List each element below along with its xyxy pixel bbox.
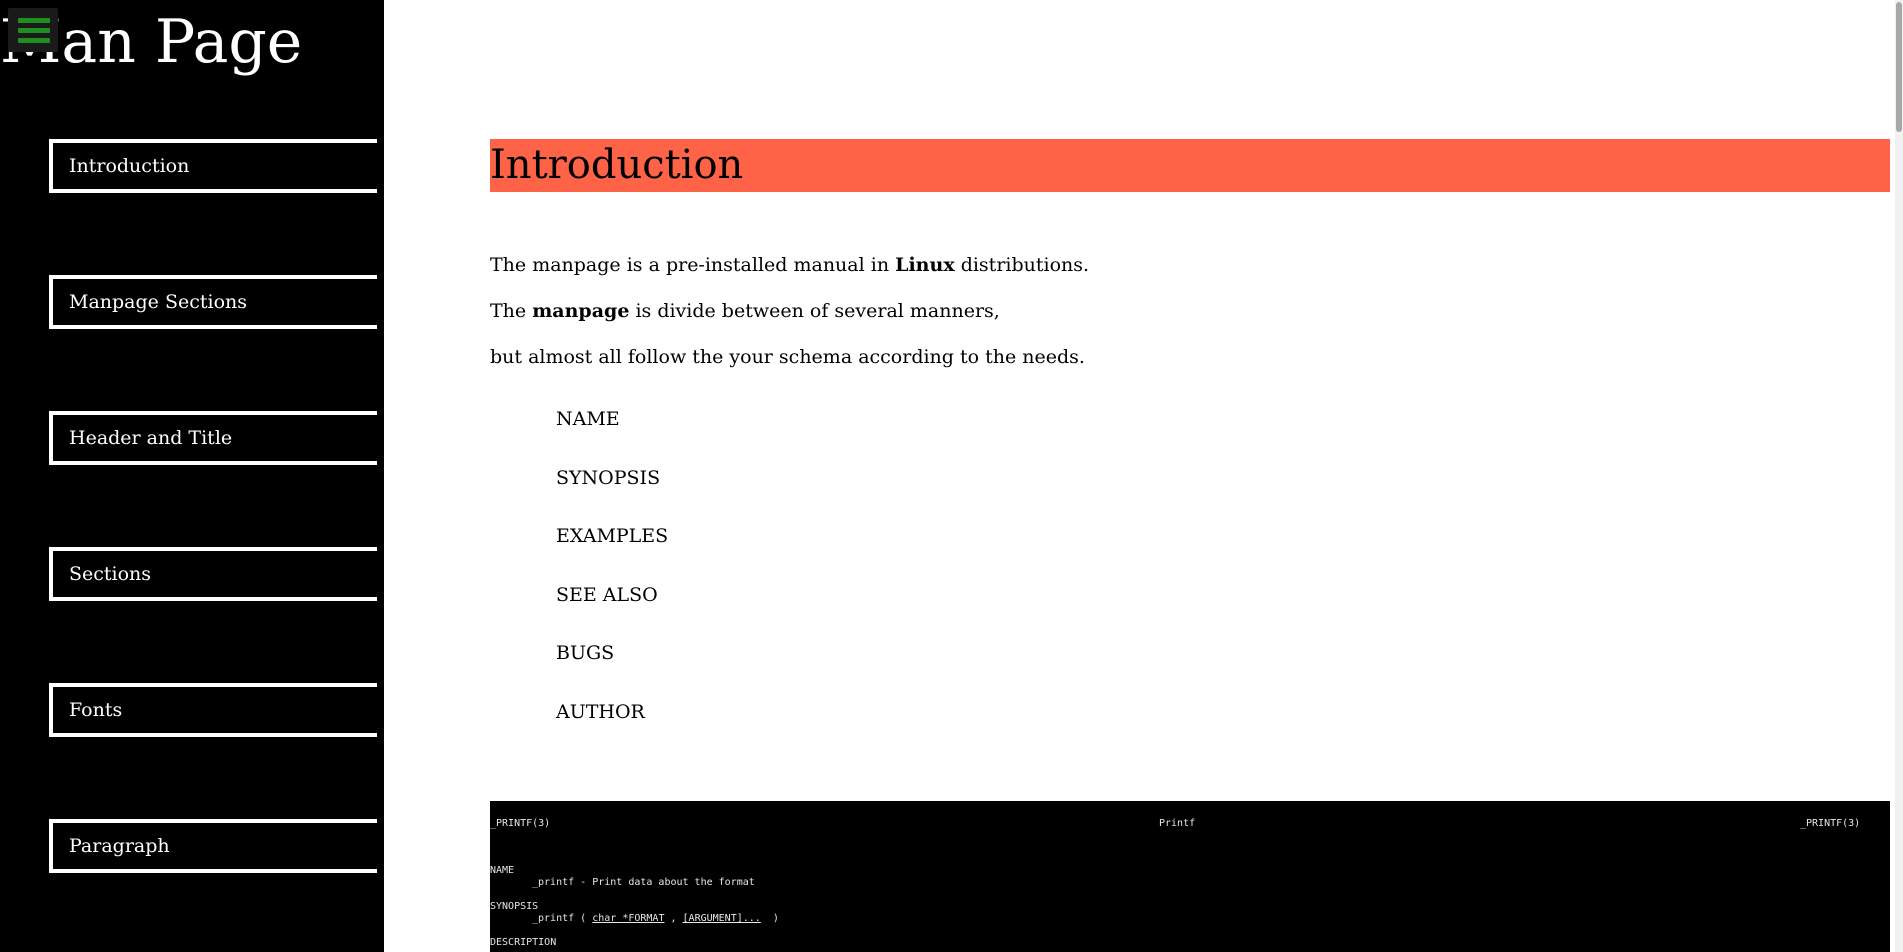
nav-item-manpage-sections[interactable]: Manpage Sections: [49, 275, 381, 329]
man-page-terminal: _PRINTF(3) Printf _PRINTF(3) NAME _print…: [490, 801, 1890, 952]
terminal-name-text: _printf - Print data about the format: [532, 877, 755, 888]
nav-item-paragraph[interactable]: Paragraph: [49, 819, 381, 873]
synopsis-separator: ,: [664, 913, 683, 924]
text-span: The manpage is a pre-installed manual in: [490, 254, 896, 276]
schema-item-bugs: BUGS: [556, 642, 615, 664]
schema-item-author: AUTHOR: [556, 701, 645, 723]
bold-term: Linux: [895, 254, 955, 276]
hamburger-menu-icon[interactable]: [8, 8, 58, 52]
page-scrollbar[interactable]: [1895, 0, 1903, 952]
terminal-synopsis-line: _printf ( char *FORMAT , [ARGUMENT]... ): [532, 913, 779, 925]
schema-item-name: NAME: [556, 408, 620, 430]
terminal-header-right: _PRINTF(3): [1800, 818, 1861, 829]
nav-item-introduction[interactable]: Introduction: [49, 139, 381, 193]
hamburger-bar: [18, 28, 50, 33]
synopsis-arg-argument: [ARGUMENT]...: [682, 913, 761, 924]
nav-item-header-and-title[interactable]: Header and Title: [49, 411, 381, 465]
scrollbar-thumb[interactable]: [1896, 2, 1902, 132]
intro-paragraph-2: The manpage is divide between of several…: [490, 299, 1000, 323]
nav-item-sections[interactable]: Sections: [49, 547, 381, 601]
nav-item-fonts[interactable]: Fonts: [49, 683, 381, 737]
section-heading: Introduction: [490, 139, 1890, 192]
terminal-description-label: DESCRIPTION: [490, 937, 557, 948]
main-content: Introduction The manpage is a pre-instal…: [384, 0, 1903, 952]
terminal-name-label: NAME: [490, 865, 515, 876]
synopsis-function: _printf (: [532, 913, 593, 924]
schema-item-see-also: SEE ALSO: [556, 584, 658, 606]
text-span: is divide between of several manners,: [629, 300, 1000, 322]
hamburger-bar: [18, 38, 50, 43]
hamburger-bar: [18, 18, 50, 23]
terminal-header-left: _PRINTF(3): [490, 818, 551, 829]
sidebar: Man Page Introduction Manpage Sections H…: [0, 0, 384, 952]
schema-item-examples: EXAMPLES: [556, 525, 669, 547]
intro-paragraph-1: The manpage is a pre-installed manual in…: [490, 253, 1089, 277]
intro-paragraph-3: but almost all follow the your schema ac…: [490, 346, 1085, 368]
terminal-header-center: Printf: [1159, 818, 1196, 829]
synopsis-end: ): [760, 913, 779, 924]
synopsis-arg-format: char *FORMAT: [592, 913, 665, 924]
text-span: distributions.: [954, 254, 1090, 276]
text-span: The: [490, 300, 533, 322]
schema-item-synopsis: SYNOPSIS: [556, 467, 661, 489]
bold-term: manpage: [532, 300, 630, 322]
terminal-synopsis-label: SYNOPSIS: [490, 901, 539, 912]
